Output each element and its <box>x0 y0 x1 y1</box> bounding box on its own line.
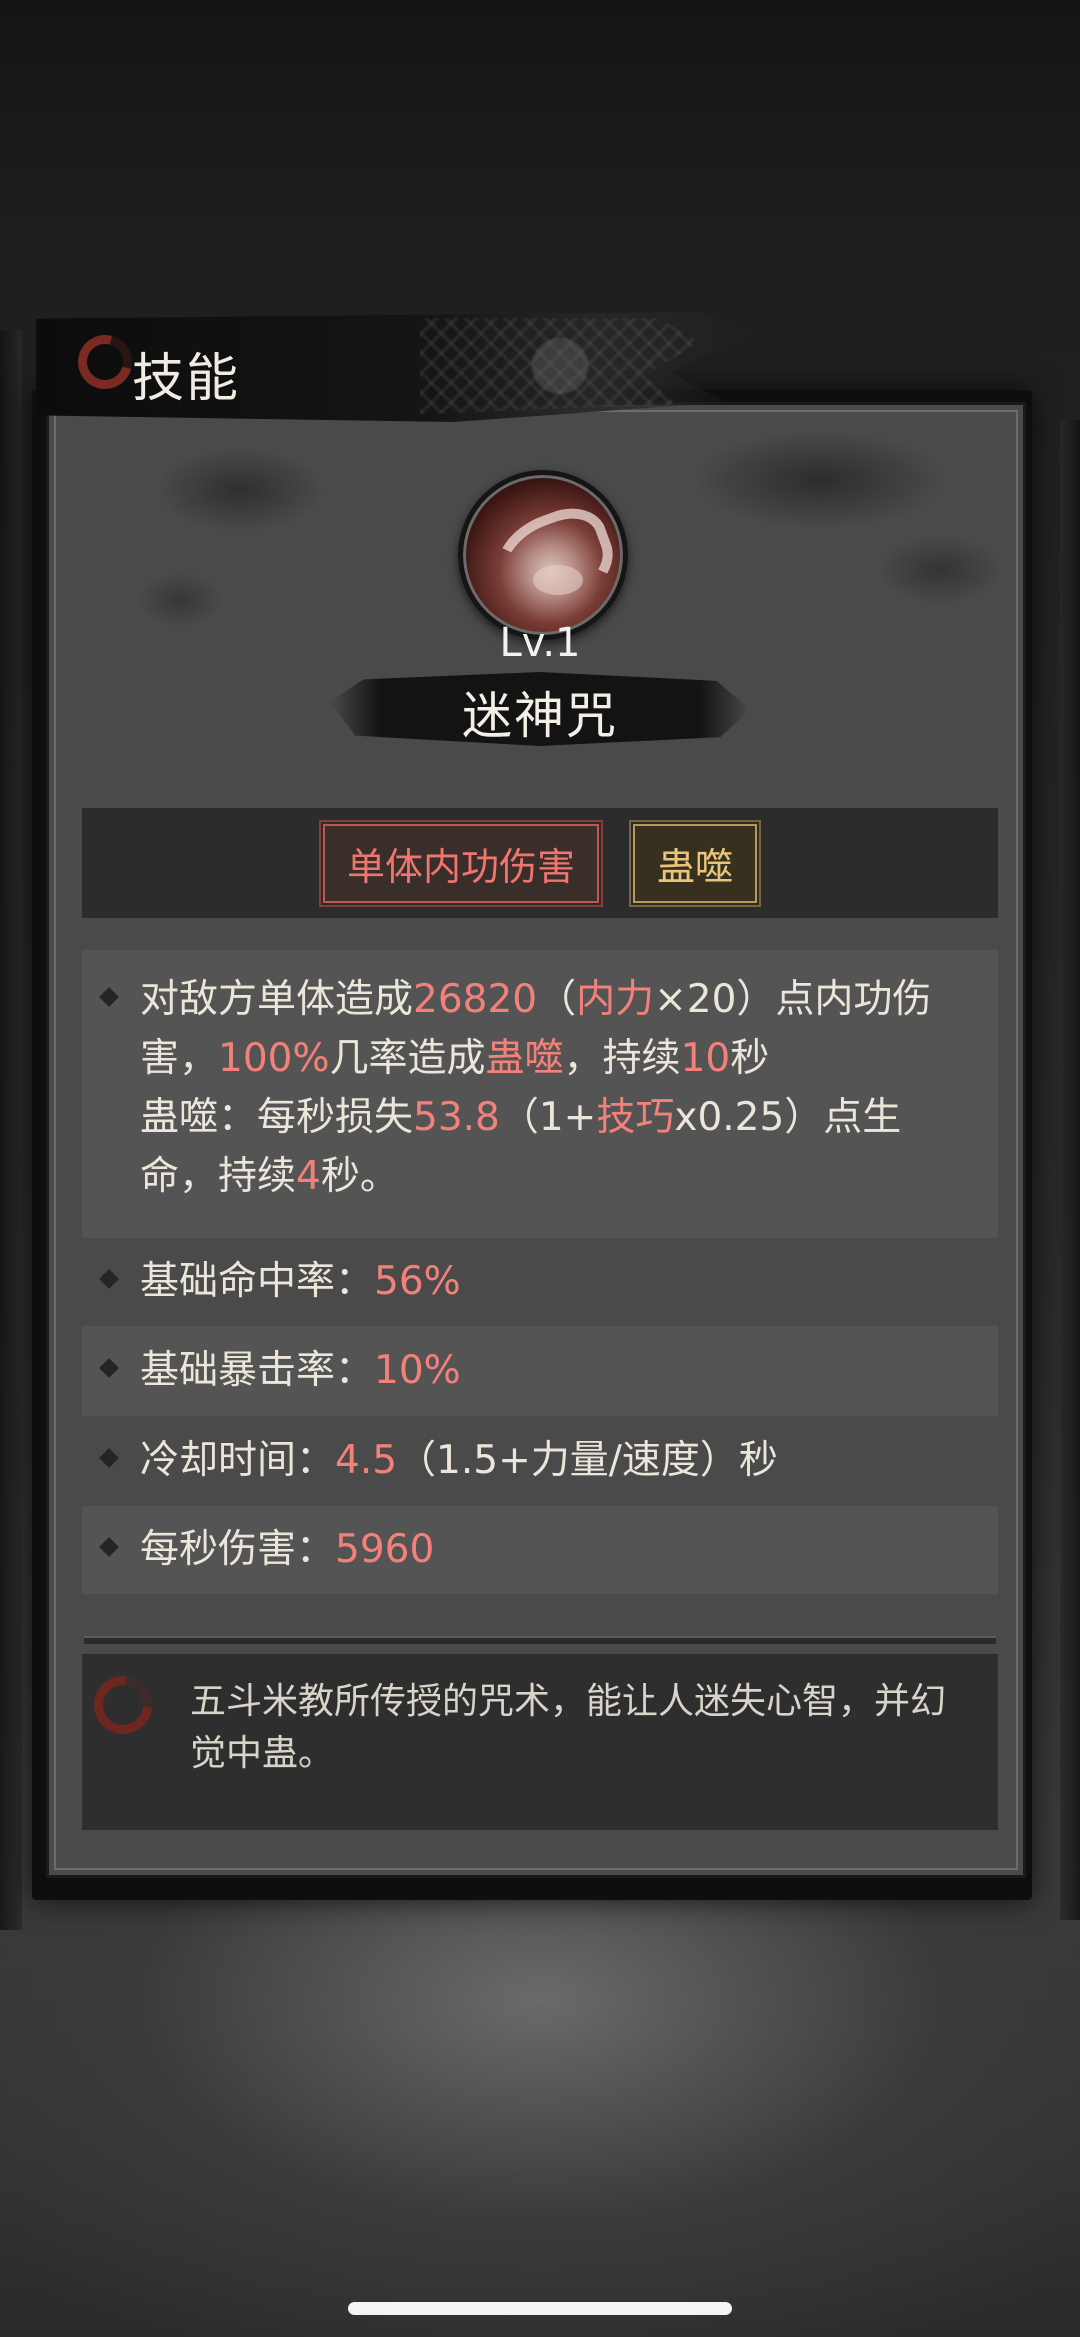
diamond-bullet-icon <box>99 1537 119 1557</box>
skill-level: Lv.1 <box>499 620 581 666</box>
description-text: 秒 <box>730 1036 770 1081</box>
skill-name: 迷神咒 <box>462 687 618 745</box>
divider <box>84 1636 996 1644</box>
highlight-text: 技巧 <box>596 1095 675 1140</box>
stat-cooldown: 冷却时间：4.5（1.5+力量/速度）秒 <box>82 1416 998 1506</box>
flavor-text: 五斗米教所传授的咒术，能让人迷失心智，并幻觉中蛊。 <box>82 1654 998 1830</box>
stat-label: 每秒伤害： <box>140 1527 336 1572</box>
highlight-text: 26820 <box>413 977 538 1022</box>
stat-hit-rate: 基础命中率：56% <box>82 1238 998 1326</box>
description-text: （ <box>537 977 577 1022</box>
stat-label: 冷却时间： <box>140 1438 336 1483</box>
stat-formula: （1.5+力量/速度）秒 <box>397 1438 778 1483</box>
home-indicator[interactable] <box>348 2302 732 2315</box>
highlight-text: 蛊噬 <box>485 1036 564 1081</box>
diamond-bullet-icon <box>99 1448 119 1468</box>
title-pattern-decoration <box>420 318 700 414</box>
description-text: 几率造成 <box>329 1036 486 1081</box>
description-text: 蛊噬：每秒损失 <box>140 1095 414 1140</box>
highlight-text: 10 <box>680 1036 731 1081</box>
description-text: （1+ <box>499 1095 597 1140</box>
highlight-text: 内力 <box>576 977 655 1022</box>
stat-crit-rate: 基础暴击率：10% <box>82 1326 998 1416</box>
description-text: ，持续 <box>563 1036 681 1081</box>
highlight-text: 100% <box>218 1036 330 1081</box>
diamond-bullet-icon <box>99 987 119 1007</box>
stat-label: 基础命中率： <box>140 1259 375 1304</box>
description-text: 秒。 <box>320 1154 399 1199</box>
skill-description: 对敌方单体造成26820（内力×20）点内功伤害，100%几率造成蛊噬，持续10… <box>82 950 998 1238</box>
diamond-bullet-icon <box>99 1358 119 1378</box>
skill-tags: 单体内功伤害 蛊噬 <box>82 808 998 918</box>
skill-description-text: 对敌方单体造成26820（内力×20）点内功伤害，100%几率造成蛊噬，持续10… <box>140 970 978 1206</box>
stat-value: 4.5 <box>335 1438 398 1483</box>
highlight-text: 4 <box>296 1154 321 1199</box>
stat-value: 5960 <box>335 1527 435 1572</box>
page-title: 技能 <box>132 349 241 409</box>
skill-avatar-icon[interactable] <box>458 470 628 640</box>
highlight-text: 53.8 <box>413 1095 500 1140</box>
tag-damage-type[interactable]: 单体内功伤害 <box>318 819 604 907</box>
stat-value: 10% <box>374 1348 461 1393</box>
stat-dps: 每秒伤害：5960 <box>82 1506 998 1594</box>
diamond-bullet-icon <box>99 1269 119 1289</box>
stat-value: 56% <box>374 1259 461 1304</box>
torn-edge-left <box>0 330 22 1930</box>
stat-label: 基础暴击率： <box>140 1348 375 1393</box>
tag-effect[interactable]: 蛊噬 <box>628 819 762 907</box>
description-text: 对敌方单体造成 <box>140 977 414 1022</box>
